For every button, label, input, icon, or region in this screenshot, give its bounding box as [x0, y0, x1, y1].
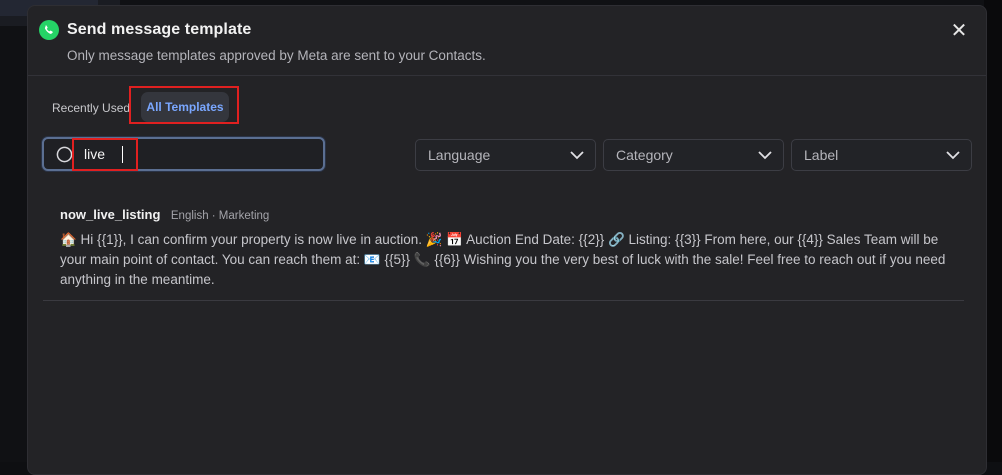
- category-select-label: Category: [616, 147, 673, 163]
- chevron-down-icon: [946, 151, 960, 160]
- dialog-subtitle: Only message templates approved by Meta …: [67, 48, 486, 63]
- text-cursor: [122, 146, 123, 163]
- list-divider: [43, 300, 964, 301]
- search-input[interactable]: [84, 144, 304, 164]
- dialog-title: Send message template: [67, 21, 252, 38]
- template-body: 🏠 Hi {{1}}, I can confirm your property …: [60, 232, 946, 287]
- close-button[interactable]: ✕: [946, 18, 972, 44]
- search-icon: [56, 146, 73, 163]
- label-select[interactable]: Label: [791, 139, 972, 171]
- whatsapp-icon: [39, 20, 59, 40]
- template-item[interactable]: now_live_listing English · Marketing 🏠 H…: [60, 206, 960, 290]
- chevron-down-icon: [570, 151, 584, 160]
- template-header: now_live_listing English · Marketing: [60, 206, 960, 224]
- language-select-label: Language: [428, 147, 491, 163]
- dialog-header: Send message template Only message templ…: [28, 6, 986, 76]
- search-box[interactable]: [42, 137, 325, 171]
- label-select-label: Label: [804, 147, 839, 163]
- chevron-down-icon: [758, 151, 772, 160]
- template-meta: English · Marketing: [170, 210, 270, 222]
- tab-all-templates[interactable]: All Templates: [141, 92, 229, 122]
- send-template-dialog: Send message template Only message templ…: [27, 5, 987, 475]
- tab-recently-used[interactable]: Recently Used: [52, 101, 130, 115]
- template-name: now_live_listing: [60, 207, 161, 222]
- category-select[interactable]: Category: [603, 139, 784, 171]
- close-icon: ✕: [950, 20, 968, 42]
- language-select[interactable]: Language: [415, 139, 596, 171]
